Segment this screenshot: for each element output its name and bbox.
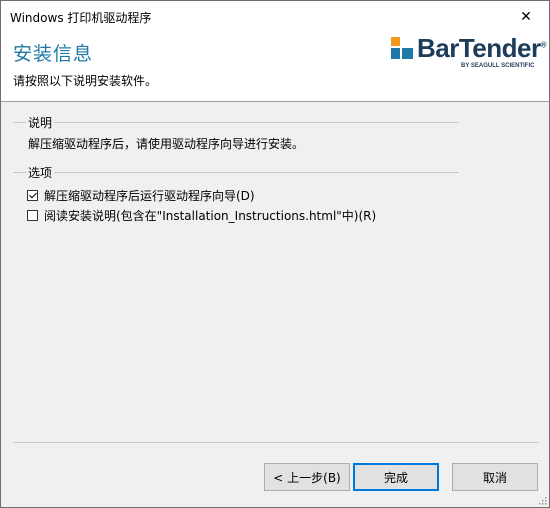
- run-wizard-checkbox[interactable]: [27, 190, 38, 201]
- bartender-logo: BarTender® BY SEAGULL SCIENTIFIC: [391, 33, 547, 75]
- read-instructions-label: 阅读安装说明(包含在"Installation_Instructions.htm…: [44, 209, 377, 223]
- footer-separator: [13, 442, 539, 443]
- back-button[interactable]: < 上一步(B): [264, 463, 350, 491]
- run-wizard-label: 解压缩驱动程序后运行驱动程序向导(D): [44, 189, 255, 203]
- page-title: 安装信息: [13, 43, 94, 65]
- description-text: 解压缩驱动程序后，请使用驱动程序向导进行安装。: [28, 137, 305, 151]
- installer-window: Windows 打印机驱动程序 ✕ 安装信息 请按照以下说明安装软件。 BarT…: [0, 0, 550, 508]
- bartender-logo-icon: [391, 37, 413, 59]
- wizard-header: 安装信息 请按照以下说明安装软件。 BarTender® BY SEAGULL …: [1, 32, 549, 102]
- description-group-line: [13, 122, 459, 123]
- finish-button[interactable]: 完成: [353, 463, 439, 491]
- resize-grip-icon[interactable]: [537, 495, 547, 505]
- cancel-button[interactable]: 取消: [452, 463, 538, 491]
- page-subtitle: 请按照以下说明安装软件。: [13, 74, 158, 88]
- options-group-line: [13, 172, 459, 173]
- description-group-label: 说明: [26, 114, 55, 131]
- run-wizard-option[interactable]: 解压缩驱动程序后运行驱动程序向导(D): [27, 187, 255, 204]
- title-bar: Windows 打印机驱动程序 ✕: [1, 1, 549, 32]
- read-instructions-checkbox[interactable]: [27, 210, 38, 221]
- options-group-label: 选项: [26, 164, 55, 181]
- read-instructions-option[interactable]: 阅读安装说明(包含在"Installation_Instructions.htm…: [27, 207, 376, 224]
- window-title: Windows 打印机驱动程序: [10, 11, 152, 25]
- close-icon[interactable]: ✕: [503, 1, 549, 32]
- logo-tagline: BY SEAGULL SCIENTIFIC: [461, 63, 535, 69]
- logo-brand-text: BarTender®: [417, 33, 547, 63]
